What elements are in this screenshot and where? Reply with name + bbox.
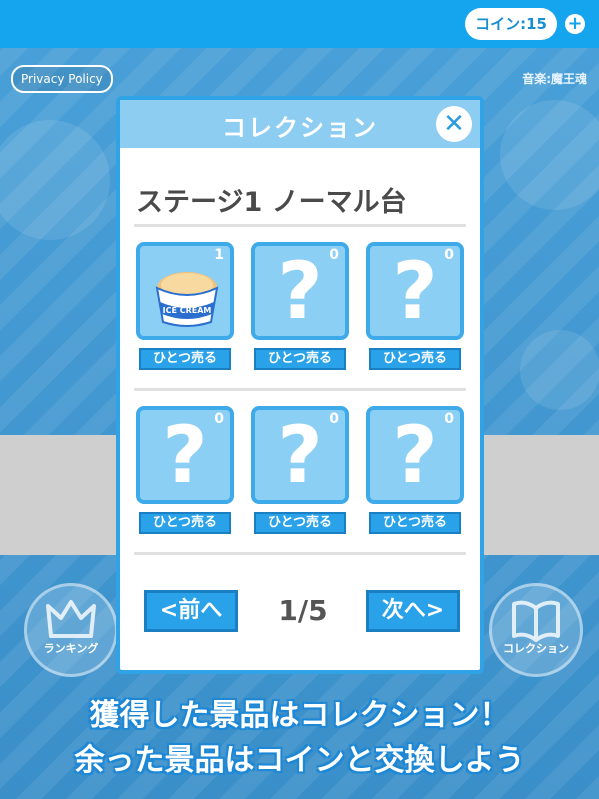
item-slot[interactable]: 1 ICE CREAM	[136, 242, 234, 340]
sell-one-button[interactable]: ひとつ売る	[254, 348, 346, 370]
sell-one-button[interactable]: ひとつ売る	[369, 348, 461, 370]
collection-item[interactable]: 0 ? ひとつ売る	[249, 406, 351, 534]
collection-modal: コレクション ✕ ステージ1 ノーマル台 1 ICE CREAM ひとつ売る 0…	[116, 96, 484, 674]
collection-item[interactable]: 0 ? ひとつ売る	[364, 242, 466, 370]
ice-cream-label: ICE CREAM	[163, 306, 212, 315]
music-credit: 音楽:魔王魂	[522, 72, 587, 86]
collection-side-button[interactable]: コレクション	[489, 583, 583, 677]
modal-header: コレクション ✕	[120, 100, 480, 148]
page-indicator: 1/5	[278, 594, 328, 627]
privacy-policy-button[interactable]: Privacy Policy	[11, 65, 113, 93]
divider	[134, 388, 466, 391]
book-icon	[512, 600, 560, 642]
item-slot[interactable]: 0 ?	[136, 406, 234, 504]
collection-item[interactable]: 0 ? ひとつ売る	[364, 406, 466, 534]
bokeh-circle	[520, 330, 599, 410]
unknown-item-icon: ?	[162, 411, 208, 501]
sell-one-button[interactable]: ひとつ売る	[254, 512, 346, 534]
item-count: 1	[214, 247, 224, 263]
top-bar: コイン:15 +	[0, 0, 599, 48]
promo-text-line1: 獲得した景品はコレクション！	[89, 698, 510, 733]
unknown-item-icon: ?	[392, 411, 438, 501]
unknown-item-icon: ?	[392, 247, 438, 337]
crown-icon	[46, 600, 96, 638]
next-page-button[interactable]: 次へ>	[366, 590, 460, 632]
ranking-label: ランキング	[43, 642, 99, 655]
close-icon[interactable]: ✕	[436, 106, 472, 142]
item-slot[interactable]: 0 ?	[251, 406, 349, 504]
collection-item[interactable]: 1 ICE CREAM ひとつ売る	[134, 242, 236, 370]
stage-title: ステージ1 ノーマル台	[136, 187, 407, 218]
collection-side-label: コレクション	[503, 642, 569, 655]
ice-cream-icon: ICE CREAM	[155, 272, 219, 327]
item-slot[interactable]: 0 ?	[366, 242, 464, 340]
plus-icon[interactable]: +	[565, 14, 585, 34]
sell-one-button[interactable]: ひとつ売る	[139, 512, 231, 534]
collection-item[interactable]: 0 ? ひとつ売る	[249, 242, 351, 370]
promo-text-line2: 余った景品はコインと交換しよう	[74, 743, 525, 778]
ranking-button[interactable]: ランキング	[24, 583, 118, 677]
sell-one-button[interactable]: ひとつ売る	[369, 512, 461, 534]
sell-one-button[interactable]: ひとつ売る	[139, 348, 231, 370]
item-slot[interactable]: 0 ?	[366, 406, 464, 504]
bokeh-circle	[500, 100, 599, 210]
unknown-item-icon: ?	[277, 247, 323, 337]
item-slot[interactable]: 0 ?	[251, 242, 349, 340]
unknown-item-icon: ?	[277, 411, 323, 501]
divider	[134, 552, 466, 555]
prev-page-button[interactable]: <前へ	[144, 590, 238, 632]
divider	[134, 224, 466, 227]
collection-item[interactable]: 0 ? ひとつ売る	[134, 406, 236, 534]
coin-counter: コイン:15	[465, 8, 557, 40]
modal-title: コレクション	[222, 114, 378, 142]
